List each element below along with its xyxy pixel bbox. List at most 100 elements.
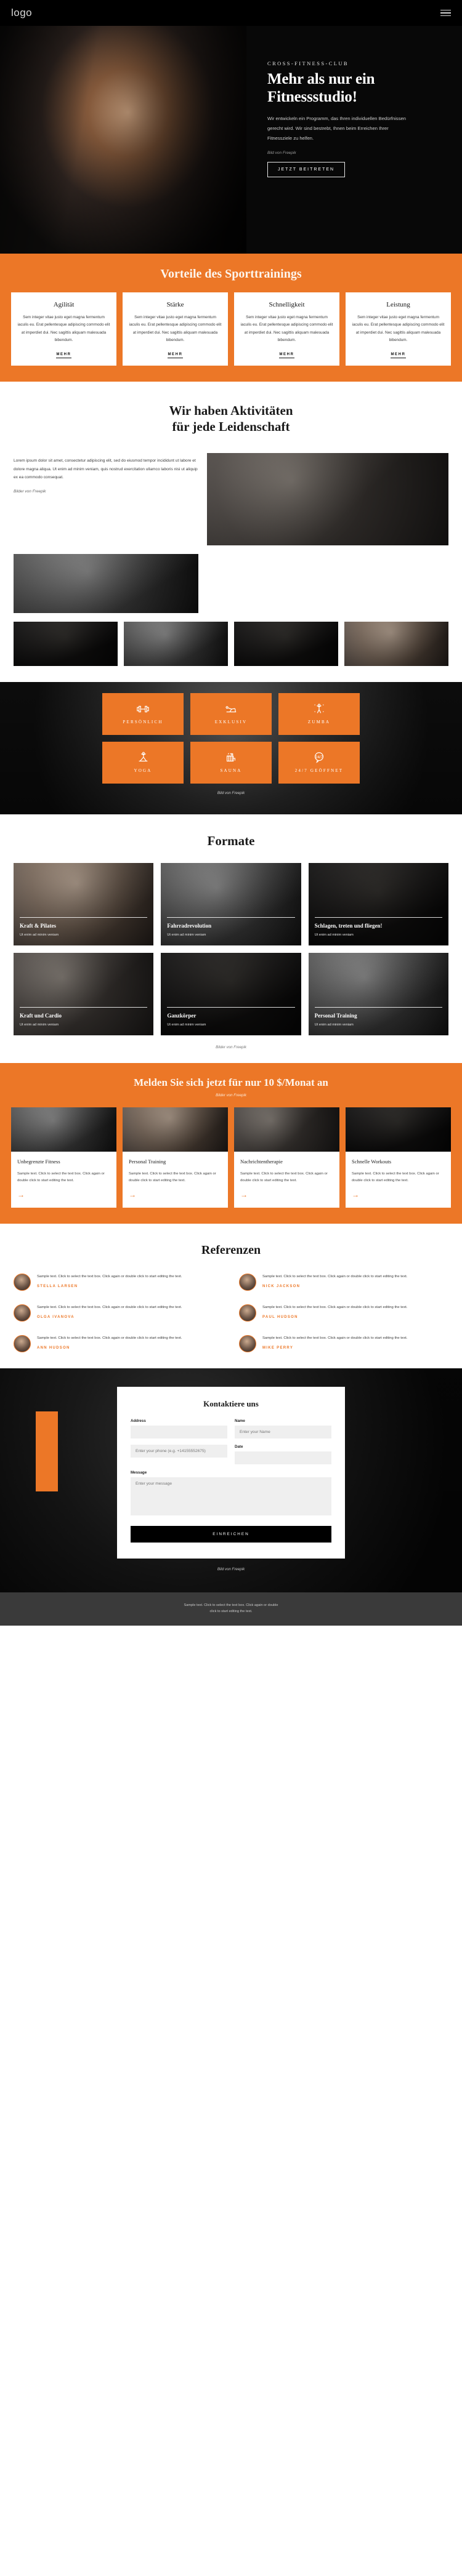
format-card[interactable]: Kraft und Cardio Ut enim ad minim veniam [14,952,153,1035]
activities-title-line1: Wir haben Aktivitäten [169,403,293,418]
service-tile-yoga[interactable]: YOGA [102,741,184,784]
testimonial-text: Sample text. Click to select the text bo… [262,1336,408,1340]
service-tile-persoenlich[interactable]: PERSÖNLICH [102,692,184,735]
message-textarea[interactable] [131,1477,331,1515]
pricing-card-text: Sample text. Click to select the text bo… [129,1171,216,1182]
service-tile-zumba[interactable]: ZUMBA [278,692,360,735]
testimonial-item: Sample text. Click to select the text bo… [239,1334,448,1352]
format-text: Ut enim ad minim veniam [20,933,59,937]
format-card[interactable]: Fahrradrevolution Ut enim ad minim venia… [161,862,301,945]
benefits-section: Vorteile des Sporttrainings Agilität Sem… [0,254,462,382]
arrow-right-icon[interactable]: → [240,1190,333,1199]
benefits-grid: Agilität Sem integer vitae justo eget ma… [11,292,451,366]
activities-section: Wir haben Aktivitäten für jede Leidensch… [0,382,462,683]
service-label: 24/7 GEÖFFNET [294,768,344,774]
service-tile-sauna[interactable]: SAUNA [190,741,272,784]
format-title: Schlagen, treten und fliegen! [314,922,383,929]
testimonial-author: NICK JACKSON [262,1284,301,1288]
name-label: Name [235,1418,245,1423]
pricing-card-title: Personal Training [129,1158,166,1165]
format-card[interactable]: Kraft & Pilates Ut enim ad minim veniam [14,862,153,945]
service-label: PERSÖNLICH [123,720,163,725]
benefit-title: Leistung [386,301,410,308]
arrow-right-icon[interactable]: → [17,1190,110,1199]
logo[interactable]: logo [11,7,32,19]
service-label: ZUMBA [307,720,331,725]
service-tile-exklusiv[interactable]: EXKLUSIV [190,692,272,735]
format-card[interactable]: Ganzkörper Ut enim ad minim veniam [161,952,301,1035]
activity-photo-main [207,453,448,546]
activities-credit[interactable]: Bilder von Freepik [14,489,198,494]
avatar [14,1334,31,1352]
format-card[interactable]: Schlagen, treten und fliegen! Ut enim ad… [309,862,448,945]
hamburger-menu-icon[interactable] [440,9,451,17]
pricing-card-text: Sample text. Click to select the text bo… [240,1171,328,1182]
pricing-card-title: Unbegrenzte Fitness [17,1158,60,1165]
pricing-card[interactable]: Schnelle Workouts Sample text. Click to … [346,1107,451,1208]
benefit-more-link[interactable]: MEHR [279,353,294,358]
testimonial-author: OLGA IVANOVA [37,1315,75,1319]
phone-input[interactable] [131,1444,227,1458]
testimonial-item: Sample text. Click to select the text bo… [239,1273,448,1291]
join-now-button[interactable]: JETZT BEITRETEN [267,161,346,177]
service-label: SAUNA [220,768,242,774]
testimonial-text: Sample text. Click to select the text bo… [37,1274,182,1278]
24-7-icon: 24/7 [314,752,324,764]
pricing-section: Melden Sie sich jetzt für nur 10 $/Monat… [0,1062,462,1224]
footer-text-line1: Sample text. Click to select the text bo… [184,1603,278,1607]
arrow-right-icon[interactable]: → [352,1190,445,1199]
hero-eyebrow: CROSS-FITNESS-CLUB [267,60,349,66]
benefit-text: Sem integer vitae justo eget magna ferme… [129,315,222,343]
address-input[interactable] [131,1425,227,1438]
format-text: Ut enim ad minim veniam [167,1022,206,1027]
contact-section: Kontaktiere uns Address Name Date Messag… [0,1368,462,1592]
pricing-credit[interactable]: Bilder von Freepik [11,1093,451,1097]
svg-text:24/7: 24/7 [315,755,323,760]
testimonial-text: Sample text. Click to select the text bo… [37,1305,182,1309]
benefit-card: Stärke Sem integer vitae justo eget magn… [123,292,228,366]
format-text: Ut enim ad minim veniam [167,933,206,937]
icon-band-credit[interactable]: Bild von Freepik [217,791,245,795]
benefit-more-link[interactable]: MEHR [391,353,406,358]
pricing-card[interactable]: Personal Training Sample text. Click to … [123,1107,228,1208]
pricing-card[interactable]: Nachrichtentherapie Sample text. Click t… [234,1107,339,1208]
arrow-right-icon[interactable]: → [129,1190,222,1199]
testimonial-item: Sample text. Click to select the text bo… [14,1334,223,1352]
testimonial-author: PAUL HUDSON [262,1315,298,1319]
benefit-title: Agilität [53,301,75,308]
hero-image-credit[interactable]: Bild von Freepik [267,151,448,155]
site-header: logo [0,0,462,26]
activity-thumb [14,622,118,667]
pricing-card[interactable]: Unbegrenzte Fitness Sample text. Click t… [11,1107,116,1208]
benefit-title: Stärke [166,301,184,308]
format-text: Ut enim ad minim veniam [314,933,354,937]
service-tile-24-7[interactable]: 24/7 24/7 GEÖFFNET [278,741,360,784]
activity-thumb [124,622,228,667]
testimonial-text: Sample text. Click to select the text bo… [262,1274,408,1278]
message-label: Message [131,1470,147,1475]
benefit-card: Agilität Sem integer vitae justo eget ma… [11,292,116,366]
formate-title: Formate [207,833,255,849]
format-card[interactable]: Personal Training Ut enim ad minim venia… [309,952,448,1035]
pricing-card-title: Schnelle Workouts [352,1158,392,1165]
name-input[interactable] [235,1425,331,1438]
divider [167,917,295,918]
date-input[interactable] [235,1451,331,1464]
service-label: YOGA [134,768,152,774]
testimonial-text: Sample text. Click to select the text bo… [37,1336,182,1340]
pricing-card-text: Sample text. Click to select the text bo… [352,1171,439,1182]
submit-button[interactable]: EINREICHEN [131,1525,331,1543]
format-title: Kraft und Cardio [20,1012,62,1019]
pricing-photo [123,1107,228,1152]
format-title: Fahrradrevolution [167,922,212,929]
dumbbell-icon [137,706,149,713]
benefit-more-link[interactable]: MEHR [168,353,183,358]
avatar [14,1273,31,1291]
formate-credit[interactable]: Bilder von Freepik [0,1045,462,1049]
benefit-card: Schnelligkeit Sem integer vitae justo eg… [234,292,339,366]
services-icon-band: PERSÖNLICH EXKLUSIV ZUMBA YOGA SAUNA 24/… [0,682,462,814]
divider [20,1006,148,1008]
contact-credit[interactable]: Bild von Freepik [0,1567,462,1571]
benefit-more-link[interactable]: MEHR [56,353,71,358]
testimonial-author: MIKE PERRY [262,1346,294,1350]
